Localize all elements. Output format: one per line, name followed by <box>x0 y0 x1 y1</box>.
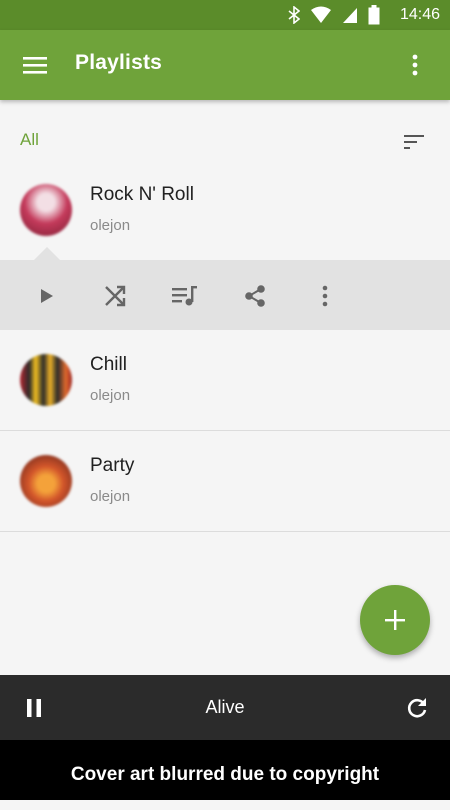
playlist-action-bar <box>0 260 450 330</box>
queue-music-icon[interactable] <box>171 282 199 310</box>
playlist-cover <box>20 455 72 507</box>
battery-icon <box>368 5 380 25</box>
playlist-item[interactable]: Party olejon <box>0 431 450 531</box>
playlist-name: Rock N' Roll <box>90 184 194 205</box>
share-icon[interactable] <box>241 282 269 310</box>
bluetooth-icon <box>288 6 300 24</box>
sort-icon[interactable] <box>402 130 426 154</box>
playlist-owner: olejon <box>90 488 131 505</box>
plus-icon <box>385 610 405 630</box>
page-title: Playlists <box>75 51 163 74</box>
filter-all[interactable]: All <box>20 130 39 150</box>
playlist-cover <box>20 354 72 406</box>
playlist-item[interactable]: Chill olejon <box>0 330 450 430</box>
more-vert-icon[interactable] <box>311 282 339 310</box>
status-icons <box>288 5 380 25</box>
now-playing-title: Alive <box>205 697 245 717</box>
copyright-caption: Cover art blurred due to copyright <box>0 740 450 800</box>
refresh-icon[interactable] <box>404 695 430 721</box>
status-bar: 14:46 <box>0 0 450 30</box>
app-bar: Playlists <box>0 30 450 100</box>
cell-signal-icon <box>342 6 358 24</box>
mini-player: Alive <box>0 675 450 740</box>
playlist-owner: olejon <box>90 217 131 234</box>
playlist-item[interactable]: Rock N' Roll olejon <box>0 160 450 260</box>
shuffle-icon[interactable] <box>101 282 129 310</box>
status-time: 14:46 <box>399 6 440 23</box>
playlist-cover <box>20 184 72 236</box>
playlist-name: Chill <box>90 354 127 375</box>
hamburger-menu-icon[interactable] <box>18 50 52 80</box>
playlist-owner: olejon <box>90 387 131 404</box>
divider <box>0 531 450 532</box>
play-icon[interactable] <box>32 282 60 310</box>
vertical-dots-icon[interactable] <box>400 50 430 80</box>
wifi-icon <box>310 6 332 24</box>
action-bar-caret <box>34 247 60 260</box>
add-playlist-button[interactable] <box>360 585 430 655</box>
playlist-name: Party <box>90 455 135 476</box>
